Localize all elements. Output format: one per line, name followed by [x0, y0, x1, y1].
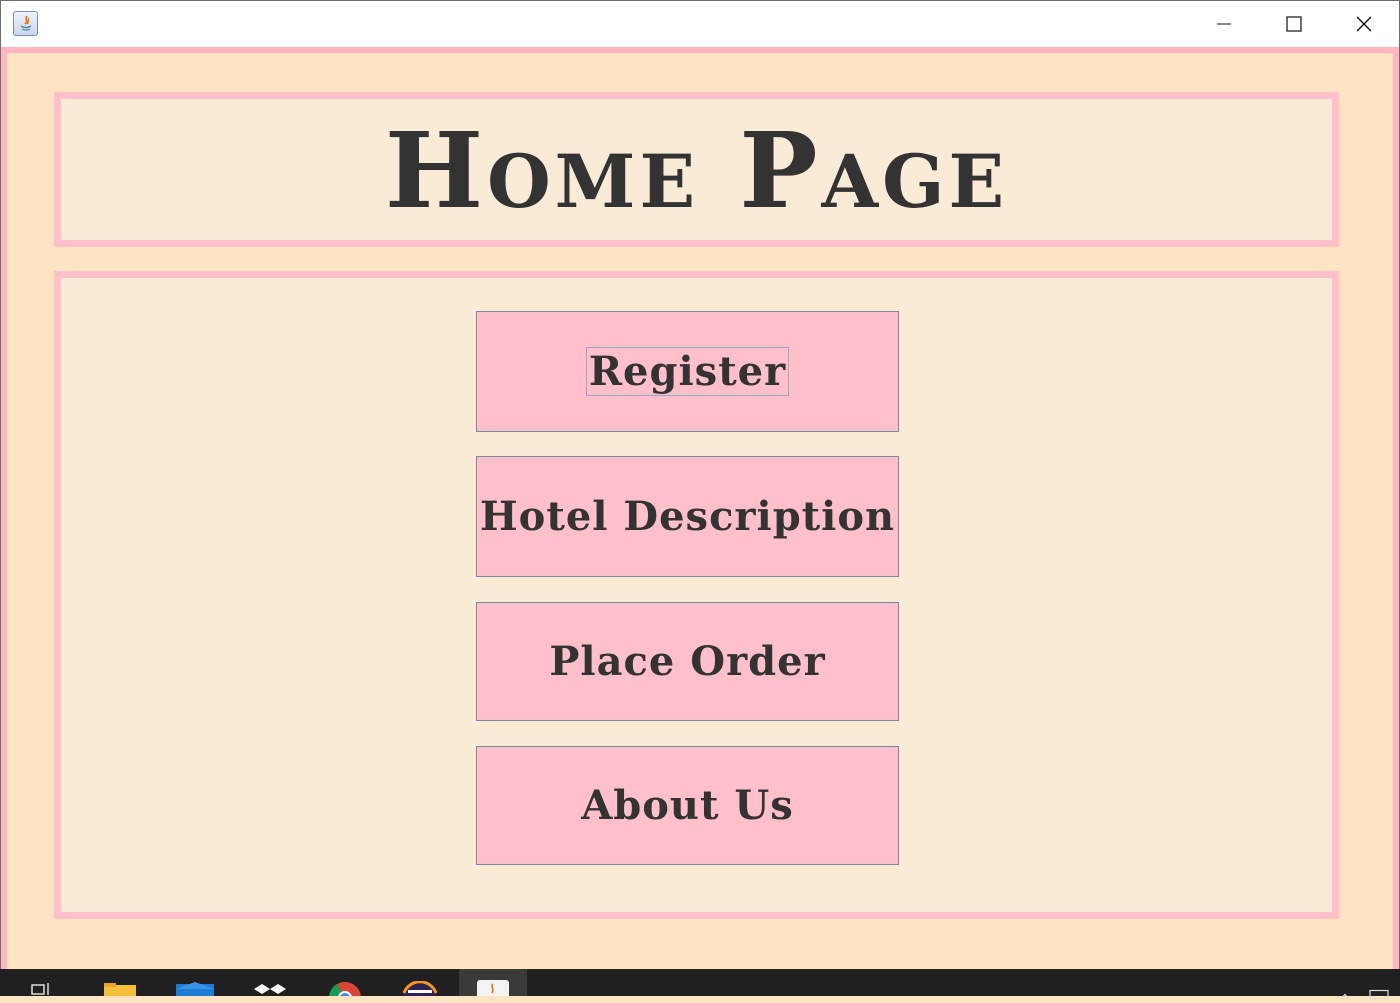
close-button[interactable] [1329, 1, 1399, 47]
dropbox-icon[interactable] [252, 981, 288, 996]
header-panel: Home Page [54, 92, 1339, 247]
file-explorer-icon[interactable] [104, 981, 136, 996]
taskbar [0, 969, 1400, 1000]
eclipse-icon[interactable] [402, 981, 438, 996]
application-window: Home Page Register Hotel Description Pla… [0, 0, 1400, 969]
title-bar[interactable] [1, 1, 1399, 47]
chrome-icon[interactable] [328, 981, 362, 996]
network-icon[interactable] [1368, 986, 1392, 1001]
register-button[interactable]: Register [476, 311, 899, 432]
maximize-icon [1286, 16, 1302, 32]
menu-panel: Register Hotel Description Place Order A… [54, 271, 1339, 919]
minimize-button[interactable] [1189, 1, 1259, 47]
maximize-button[interactable] [1259, 1, 1329, 47]
hotel-description-button-label: Hotel Description [479, 493, 896, 540]
hotel-description-button[interactable]: Hotel Description [476, 456, 899, 577]
java-app-taskbar-button[interactable] [459, 969, 527, 996]
java-icon[interactable] [13, 11, 38, 36]
close-icon [1356, 16, 1372, 32]
about-us-button-label: About Us [581, 782, 794, 829]
place-order-button-label: Place Order [549, 638, 826, 685]
place-order-button[interactable]: Place Order [476, 602, 899, 721]
register-button-label: Register [585, 347, 790, 396]
task-view-icon[interactable] [30, 981, 56, 996]
minimize-icon [1217, 23, 1231, 25]
mail-icon[interactable] [176, 981, 214, 996]
about-us-button[interactable]: About Us [476, 746, 899, 865]
java-icon [477, 980, 509, 996]
page-title: Home Page [384, 108, 1009, 232]
